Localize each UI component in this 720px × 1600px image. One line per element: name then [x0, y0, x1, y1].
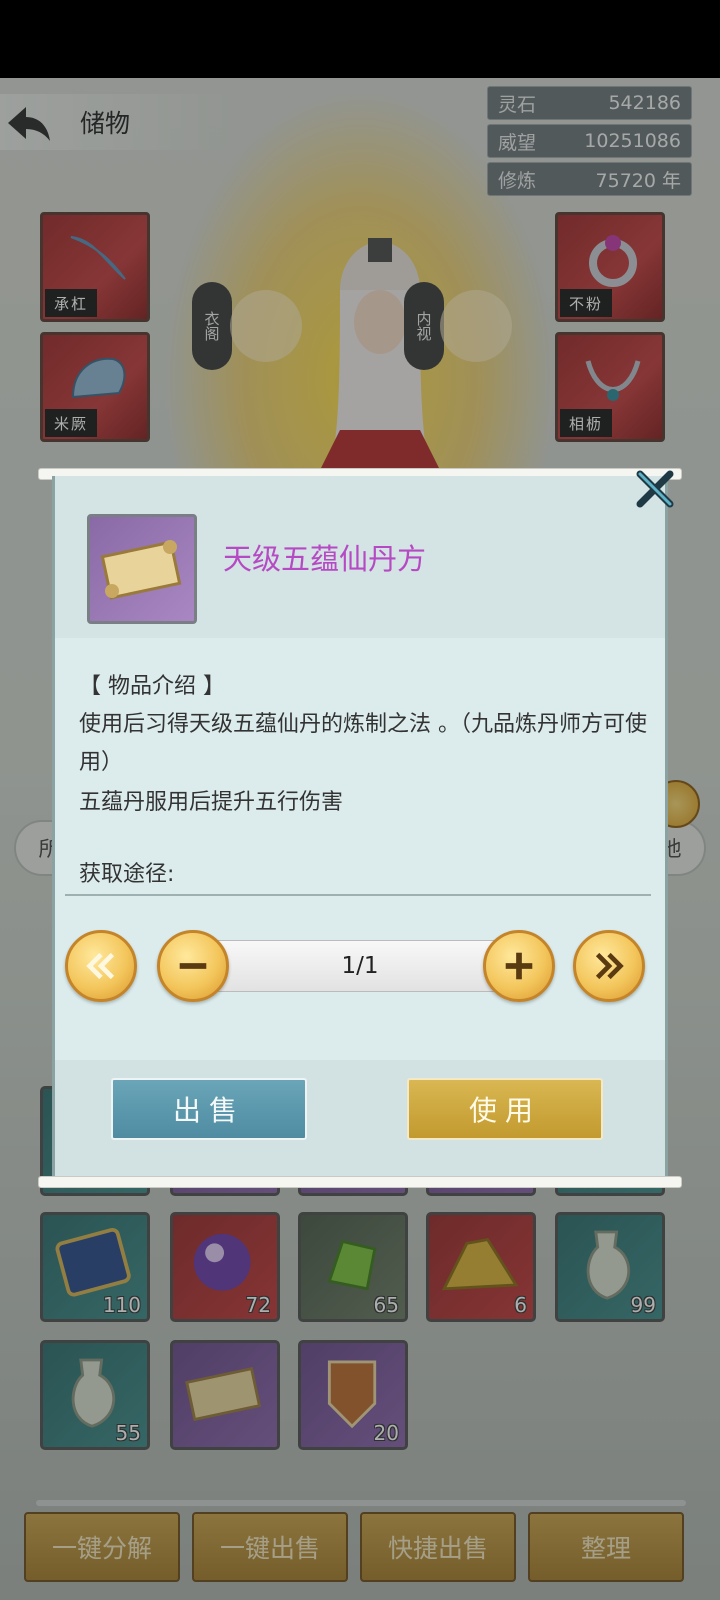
- item-description: 使用后习得天级五蕴仙丹的炼制之法 。（九品炼丹师方可使用）: [79, 712, 647, 775]
- divider: [65, 894, 651, 896]
- item-detail-modal: 天级五蕴仙丹方 【 物品介绍 】 使用后习得天级五蕴仙丹的炼制之法 。（九品炼丹…: [38, 468, 682, 1188]
- min-quantity-button[interactable]: [65, 930, 137, 1002]
- quantity-field[interactable]: 1/1: [215, 940, 505, 992]
- sell-button[interactable]: 出售: [111, 1078, 307, 1140]
- minus-icon: [179, 963, 207, 969]
- item-name: 天级五蕴仙丹方: [223, 542, 427, 576]
- decrease-button[interactable]: [157, 930, 229, 1002]
- intro-heading: 【 物品介绍 】: [79, 674, 225, 699]
- scroll-icon: [100, 540, 182, 600]
- item-effect: 五蕴丹服用后提升五行伤害: [79, 790, 344, 815]
- modal-bottom-rail: [38, 1176, 682, 1188]
- increase-button[interactable]: [483, 930, 555, 1002]
- max-quantity-button[interactable]: [573, 930, 645, 1002]
- source-label: 获取途径:: [79, 862, 175, 887]
- modal-footer: 出售 使用: [55, 1060, 665, 1180]
- quantity-stepper: 1/1: [55, 926, 665, 1006]
- modal-body: 天级五蕴仙丹方 【 物品介绍 】 使用后习得天级五蕴仙丹的炼制之法 。（九品炼丹…: [52, 476, 668, 1180]
- double-chevron-right-icon: [595, 952, 624, 980]
- item-icon: [87, 514, 197, 624]
- modal-header: 天级五蕴仙丹方: [55, 476, 665, 638]
- double-chevron-left-icon: [86, 952, 115, 980]
- plus-icon: [505, 952, 533, 980]
- close-button[interactable]: [628, 464, 682, 514]
- status-bar: [0, 0, 720, 78]
- use-button[interactable]: 使用: [407, 1078, 603, 1140]
- close-icon: [636, 470, 674, 508]
